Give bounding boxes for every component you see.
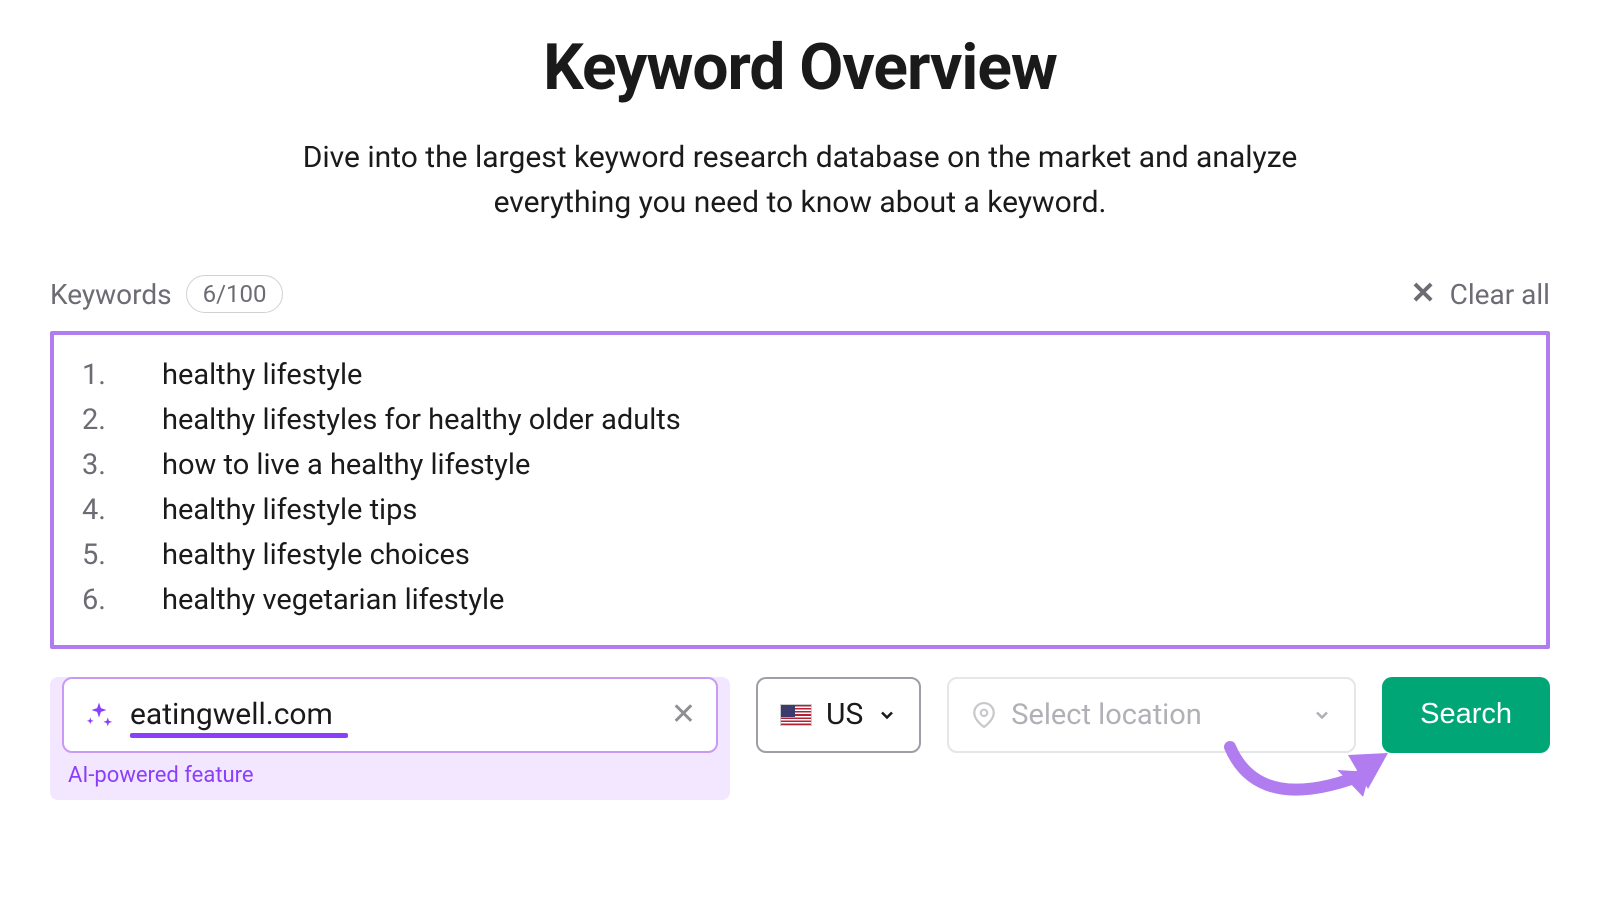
keyword-row: 2. healthy lifestyles for healthy older … — [82, 398, 1518, 443]
keyword-number: 6. — [82, 578, 162, 623]
clear-all-button[interactable]: ✕ Clear all — [1410, 278, 1550, 311]
page-title: Keyword Overview — [50, 30, 1550, 105]
keyword-text: healthy vegetarian lifestyle — [162, 578, 504, 623]
us-flag-icon — [780, 704, 812, 726]
location-pin-icon — [971, 702, 997, 728]
keyword-row: 4. healthy lifestyle tips — [82, 488, 1518, 533]
keyword-row: 5. healthy lifestyle choices — [82, 533, 1518, 578]
clear-input-icon[interactable]: ✕ — [671, 697, 696, 732]
page-subtitle: Dive into the largest keyword research d… — [250, 135, 1350, 225]
keyword-number: 4. — [82, 488, 162, 533]
keyword-number: 1. — [82, 353, 162, 398]
keywords-textarea[interactable]: 1. healthy lifestyle 2. healthy lifestyl… — [50, 331, 1550, 649]
country-code: US — [826, 697, 863, 732]
keyword-row: 1. healthy lifestyle — [82, 353, 1518, 398]
keyword-text: healthy lifestyle — [162, 353, 362, 398]
domain-input[interactable]: eatingwell.com ✕ — [62, 677, 718, 753]
close-icon: ✕ — [1410, 279, 1435, 309]
keyword-number: 2. — [82, 398, 162, 443]
keyword-row: 3. how to live a healthy lifestyle — [82, 443, 1518, 488]
chevron-down-icon — [877, 705, 897, 725]
location-placeholder: Select location — [1011, 698, 1202, 732]
annotation-underline — [130, 733, 348, 738]
keyword-text: healthy lifestyle tips — [162, 488, 417, 533]
chevron-down-icon — [1312, 705, 1332, 725]
search-button[interactable]: Search — [1382, 677, 1550, 753]
domain-input-value: eatingwell.com — [130, 697, 655, 732]
keyword-number: 3. — [82, 443, 162, 488]
search-button-label: Search — [1420, 698, 1512, 731]
keyword-text: healthy lifestyle choices — [162, 533, 470, 578]
country-select[interactable]: US — [756, 677, 921, 753]
ai-feature-label: AI-powered feature — [68, 763, 718, 788]
keywords-label: Keywords — [50, 278, 172, 311]
clear-all-label: Clear all — [1450, 278, 1550, 311]
sparkle-icon — [84, 700, 114, 730]
keywords-count-pill: 6/100 — [186, 275, 284, 313]
keyword-row: 6. healthy vegetarian lifestyle — [82, 578, 1518, 623]
keyword-number: 5. — [82, 533, 162, 578]
location-select[interactable]: Select location — [947, 677, 1356, 753]
keyword-text: how to live a healthy lifestyle — [162, 443, 530, 488]
keyword-text: healthy lifestyles for healthy older adu… — [162, 398, 681, 443]
